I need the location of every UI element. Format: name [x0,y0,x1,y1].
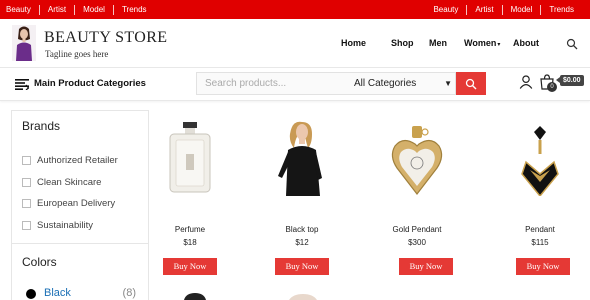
colors-heading: Colors [22,255,57,269]
search-button[interactable] [456,72,486,95]
menu-icon[interactable] [15,79,29,90]
brand-label: Sustainability [37,219,93,231]
top-link-beauty-right[interactable]: Beauty [431,5,466,15]
store-tagline: Tagline goes here [45,49,109,59]
main-categories-label[interactable]: Main Product Categories [34,78,146,89]
product-price: $300 [408,238,426,247]
checkbox[interactable] [22,177,31,187]
top-link-artist-right[interactable]: Artist [466,4,501,15]
search-icon [465,78,477,89]
store-name[interactable]: BEAUTY STORE [44,29,167,47]
product-name[interactable]: Perfume [140,225,240,234]
product-card-gold-pendant: Gold Pendant $300 Buy Now [367,118,467,278]
top-link-beauty[interactable]: Beauty [4,5,39,15]
nav-about[interactable]: About [513,38,539,48]
top-link-artist[interactable]: Artist [38,4,74,15]
logo-model-image[interactable] [12,25,36,61]
nav-home[interactable]: Home [341,38,366,48]
product-name[interactable]: Black top [252,225,352,234]
color-filter-black[interactable]: Black (8) [26,287,136,300]
top-link-trends[interactable]: Trends [112,4,155,15]
product-card-perfume: Perfume $18 Buy Now [140,118,240,278]
brand-label: Clean Skincare [37,176,102,188]
category-select[interactable]: All Categories ▼ [350,73,456,94]
buy-now-button[interactable]: Buy Now [163,258,217,275]
color-count: (8) [122,287,136,299]
product-search-box: All Categories ▼ [196,72,456,95]
checkbox[interactable] [22,155,31,165]
brand-filter-authorized-retailer[interactable]: Authorized Retailer [22,154,118,166]
search-icon[interactable] [566,38,578,50]
color-label: Black [44,287,71,299]
buy-now-button[interactable]: Buy Now [399,258,453,275]
chevron-down-icon: ▾ [497,42,501,48]
checkbox[interactable] [22,198,31,208]
nav-men[interactable]: Men [429,38,447,48]
cart-count-badge: 0 [547,82,557,92]
brand-filter-sustainability[interactable]: Sustainability [22,219,93,231]
product-image-partial[interactable] [285,292,321,300]
product-image-partial[interactable] [180,292,210,300]
product-price: $18 [183,238,197,247]
gold-pendant-image[interactable] [367,118,467,196]
top-link-model-right[interactable]: Model [501,4,541,15]
color-swatch [26,289,36,299]
top-link-trends-right[interactable]: Trends [540,4,582,15]
user-icon[interactable] [519,75,533,89]
product-card-pendant: Pendant $115 Buy Now [490,118,590,278]
brand-label: European Delivery [37,197,116,209]
category-bar: Main Product Categories All Categories ▼… [0,68,590,101]
brand-label: Authorized Retailer [37,154,118,166]
product-card-black-top: Black top $12 Buy Now [252,118,352,278]
product-name[interactable]: Gold Pendant [367,225,467,234]
buy-now-button[interactable]: Buy Now [516,258,570,275]
nav-women-label: Women [464,38,497,48]
black-top-image[interactable] [252,118,352,196]
nav-women[interactable]: Women▾ [464,38,500,48]
divider [12,243,148,244]
brands-heading: Brands [22,119,61,133]
checkbox[interactable] [22,220,31,230]
category-select-value: All Categories [354,78,417,89]
brand-filter-european-delivery[interactable]: European Delivery [22,197,115,209]
pendant-image[interactable] [490,118,590,196]
perfume-image[interactable] [140,118,240,196]
buy-now-button[interactable]: Buy Now [275,258,329,275]
product-name[interactable]: Pendant [490,225,590,234]
search-products-input[interactable] [197,73,347,94]
top-bar: Beauty Artist Model Trends Beauty Artist… [0,0,590,19]
top-link-model[interactable]: Model [74,4,113,15]
filter-sidebar: Brands Authorized Retailer Clean Skincar… [11,110,149,300]
top-links-right: Beauty Artist Model Trends [431,0,582,19]
nav-shop[interactable]: Shop [391,38,414,48]
product-price: $115 [531,238,549,247]
site-header: BEAUTY STORE Tagline goes here Home Shop… [0,19,590,68]
top-links-left: Beauty Artist Model Trends [4,0,155,19]
chevron-down-icon: ▼ [444,79,452,88]
cart-total[interactable]: $0.00 [556,75,584,86]
product-price: $12 [295,238,309,247]
brand-filter-clean-skincare[interactable]: Clean Skincare [22,176,101,188]
